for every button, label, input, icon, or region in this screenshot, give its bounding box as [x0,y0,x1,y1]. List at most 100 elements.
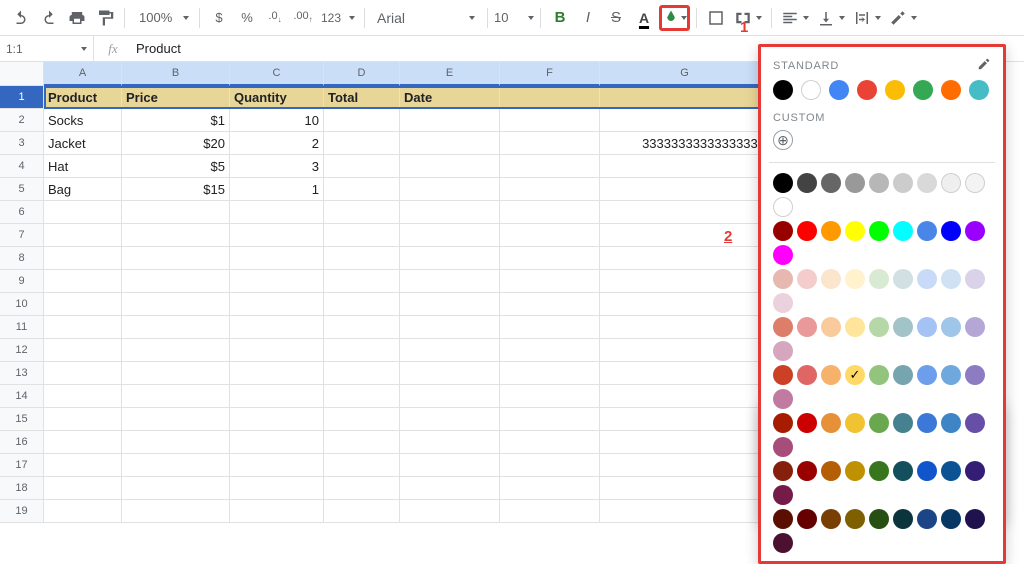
color-swatch[interactable] [913,80,933,100]
column-header-E[interactable]: E [400,62,500,86]
color-swatch[interactable] [965,173,985,193]
cell[interactable]: 1 [230,178,324,201]
row-header[interactable]: 11 [0,316,44,339]
color-swatch[interactable] [773,461,793,481]
cell[interactable] [500,362,600,385]
cell[interactable] [500,178,600,201]
row-header[interactable]: 2 [0,109,44,132]
cell[interactable] [500,385,600,408]
color-swatch[interactable] [845,173,865,193]
color-swatch[interactable] [797,317,817,337]
cell[interactable] [230,477,324,500]
cell[interactable] [44,385,122,408]
color-swatch[interactable] [941,221,961,241]
cell[interactable] [324,477,400,500]
color-swatch[interactable] [845,317,865,337]
color-swatch[interactable] [917,365,937,385]
color-swatch[interactable] [965,509,985,529]
color-swatch[interactable] [797,173,817,193]
cell[interactable] [122,477,230,500]
cell[interactable] [44,224,122,247]
cell[interactable]: 3 [230,155,324,178]
color-swatch[interactable] [869,173,889,193]
cell[interactable] [44,339,122,362]
cell[interactable] [600,270,770,293]
cell[interactable] [400,339,500,362]
color-swatch[interactable] [773,245,793,265]
add-custom-color-button[interactable]: ⊕ [773,130,793,150]
color-swatch[interactable] [845,413,865,433]
cell[interactable] [230,408,324,431]
color-swatch[interactable] [917,413,937,433]
row-header[interactable]: 17 [0,454,44,477]
cell[interactable] [324,201,400,224]
cell[interactable] [400,270,500,293]
row-header[interactable]: 1 [0,86,44,109]
cell[interactable] [600,201,770,224]
cell[interactable] [400,477,500,500]
cell[interactable] [600,362,770,385]
color-swatch[interactable] [917,221,937,241]
cell[interactable]: $20 [122,132,230,155]
cell[interactable] [122,247,230,270]
column-header-C[interactable]: C [230,62,324,86]
column-header-B[interactable]: B [122,62,230,86]
cell[interactable] [324,316,400,339]
cell[interactable]: 33333333333333333 [600,132,770,155]
color-swatch[interactable] [773,437,793,457]
cell[interactable] [400,316,500,339]
color-swatch[interactable] [845,269,865,289]
vertical-align-dropdown[interactable] [814,5,848,31]
edit-pencil-icon[interactable] [977,57,991,74]
color-swatch[interactable] [941,269,961,289]
color-swatch[interactable] [893,365,913,385]
row-header[interactable]: 3 [0,132,44,155]
color-swatch[interactable] [893,509,913,529]
color-swatch[interactable] [941,80,961,100]
cell[interactable] [600,178,770,201]
cell[interactable] [600,316,770,339]
cell[interactable]: Hat [44,155,122,178]
format-currency-button[interactable]: $ [206,5,232,31]
horizontal-align-dropdown[interactable] [778,5,812,31]
color-swatch[interactable] [965,461,985,481]
color-swatch[interactable] [773,509,793,529]
cell[interactable] [44,270,122,293]
color-swatch[interactable] [965,365,985,385]
decrease-decimal-button[interactable]: .0↓ [262,5,288,31]
cell[interactable] [400,293,500,316]
cell[interactable] [230,293,324,316]
cell[interactable] [324,155,400,178]
color-swatch[interactable] [773,293,793,313]
cell[interactable] [324,339,400,362]
cell[interactable] [230,385,324,408]
color-swatch[interactable] [773,269,793,289]
color-swatch[interactable] [821,509,841,529]
cell[interactable] [324,109,400,132]
cell[interactable] [400,155,500,178]
more-formats-dropdown[interactable]: 123 [318,5,358,31]
color-swatch[interactable] [773,485,793,505]
redo-button[interactable] [36,5,62,31]
color-swatch[interactable] [773,413,793,433]
color-swatch[interactable] [869,269,889,289]
borders-button[interactable] [703,5,729,31]
color-swatch[interactable] [773,389,793,409]
cell[interactable] [600,385,770,408]
cell[interactable] [122,339,230,362]
color-swatch[interactable] [773,365,793,385]
cell[interactable] [500,132,600,155]
row-header[interactable]: 7 [0,224,44,247]
strikethrough-button[interactable]: S [603,5,629,31]
cell[interactable]: Quantity [230,86,324,109]
format-percent-button[interactable]: % [234,5,260,31]
cell[interactable] [500,316,600,339]
text-rotation-dropdown[interactable] [886,5,920,31]
cell[interactable] [600,247,770,270]
cell[interactable] [230,500,324,523]
color-swatch[interactable] [821,269,841,289]
cell[interactable]: 2 [230,132,324,155]
cell[interactable] [230,247,324,270]
cell[interactable] [500,477,600,500]
color-swatch[interactable] [797,413,817,433]
